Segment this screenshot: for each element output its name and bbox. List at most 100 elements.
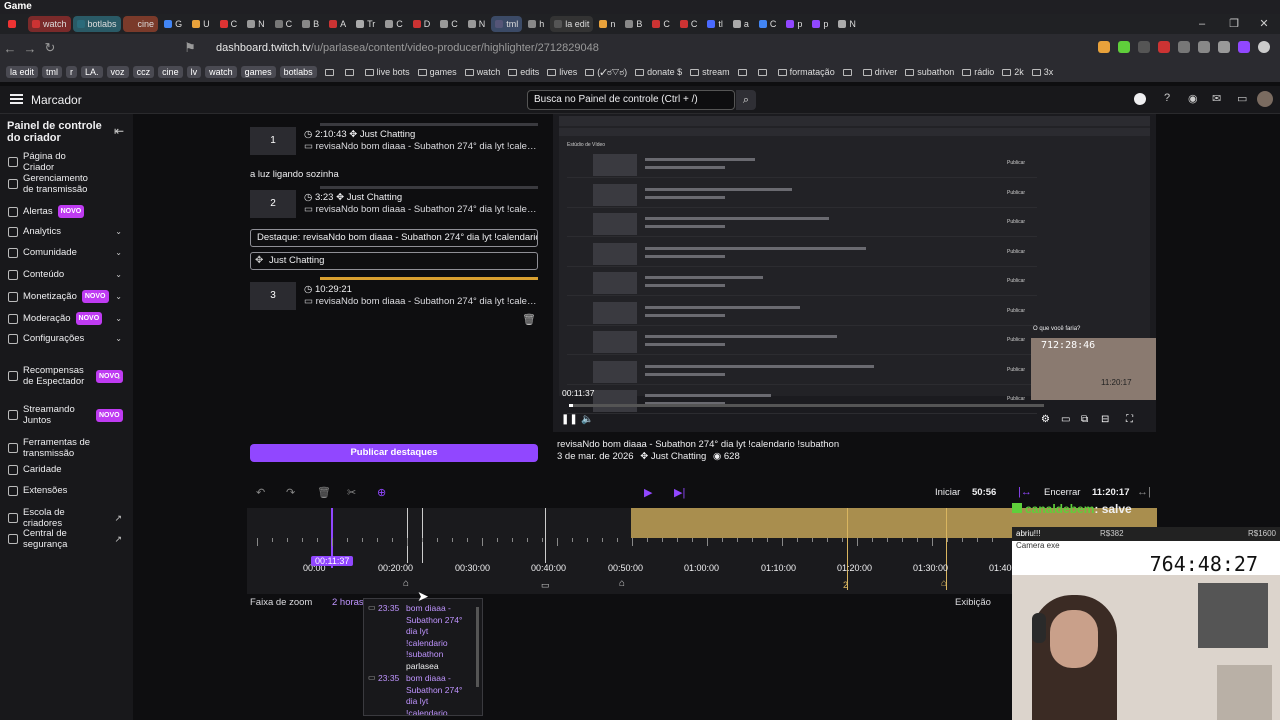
bookmark-pill[interactable]: voz xyxy=(106,66,129,78)
browser-tab[interactable]: C xyxy=(381,16,407,32)
start-time[interactable]: 50:56 xyxy=(972,487,996,498)
redo-icon[interactable]: ↷ xyxy=(286,486,295,499)
bookmark-folder[interactable]: subathon xyxy=(905,67,954,77)
bookmark-folder[interactable] xyxy=(737,68,750,76)
bookmark-icon[interactable]: ▭ xyxy=(1237,92,1247,105)
notifications-icon[interactable] xyxy=(1134,93,1146,105)
sidebar-item[interactable]: Gerenciamento de transmissão xyxy=(8,173,128,195)
trash-icon[interactable]: 🗑 xyxy=(522,313,536,326)
highlight-title-input[interactable]: Destaque: revisaNdo bom diaaa - Subathon… xyxy=(250,229,538,247)
chevron-down-icon[interactable]: ⌄ xyxy=(115,269,122,280)
browser-tab[interactable]: p xyxy=(808,16,832,32)
skip-icon[interactable]: ▶| xyxy=(674,486,685,499)
search-input[interactable]: Busca no Painel de controle (Ctrl + /) xyxy=(527,90,735,110)
fullscreen-icon[interactable]: ⛶ xyxy=(1126,414,1133,425)
bookmark-pill[interactable]: tml xyxy=(42,66,63,78)
sidebar-item[interactable]: Extensões xyxy=(8,485,128,496)
sidebar-item[interactable]: Comunidade ⌄ xyxy=(8,247,128,258)
sidebar-item[interactable]: Configurações ⌄ xyxy=(8,333,128,344)
sidebar-item[interactable]: Página do Criador xyxy=(8,151,128,173)
minimize-icon[interactable]: – xyxy=(1190,14,1214,34)
extension-icon[interactable] xyxy=(1218,41,1230,53)
sidebar-item[interactable]: Monetização NOVO ⌄ xyxy=(8,290,128,303)
bookmark-folder[interactable] xyxy=(344,68,357,76)
browser-tab[interactable]: G xyxy=(160,16,186,32)
bookmark-pill[interactable]: ccz xyxy=(132,66,155,78)
sidebar-item[interactable]: Ferramentas de transmissão xyxy=(8,437,128,459)
back-icon[interactable]: ← xyxy=(0,41,20,56)
bookmark-folder[interactable]: formatação xyxy=(777,67,835,77)
browser-tab[interactable]: N xyxy=(464,16,490,32)
maximize-icon[interactable]: ❐ xyxy=(1222,14,1246,34)
bookmark-pill[interactable]: lv xyxy=(186,66,202,78)
sidebar-item[interactable]: Recompensas de Espectador NOVO ⌄ xyxy=(8,365,128,387)
sidebar-item[interactable]: Caridade xyxy=(8,464,128,475)
zoom-select[interactable]: 2 horas xyxy=(332,597,364,608)
bookmark-folder[interactable]: donate $ xyxy=(635,67,682,77)
bookmark-pill[interactable]: watch xyxy=(205,66,237,78)
menu-icon[interactable] xyxy=(10,94,23,104)
publish-highlights-button[interactable]: Publicar destaques xyxy=(250,444,538,462)
browser-tab[interactable]: C xyxy=(216,16,242,32)
browser-tab[interactable]: C xyxy=(676,16,702,32)
sidebar-item[interactable]: Central de segurança ↗ xyxy=(8,528,128,550)
sidebar-item[interactable]: Escola de criadores ↗ xyxy=(8,507,128,529)
bookmark-folder[interactable]: edits xyxy=(508,67,539,77)
bookmark-pill[interactable]: r xyxy=(66,66,78,78)
clip-icon[interactable]: ⧉ xyxy=(1081,414,1088,425)
search-icon[interactable]: ⌕ xyxy=(736,90,756,110)
browser-tab[interactable]: C xyxy=(648,16,674,32)
reload-icon[interactable]: ↻ xyxy=(40,40,60,56)
extension-icon[interactable] xyxy=(1158,41,1170,53)
dropdown-scrollbar[interactable] xyxy=(476,607,479,687)
play-icon[interactable]: ▶ xyxy=(644,486,652,499)
bookmark-folder[interactable]: rádio xyxy=(962,67,994,77)
bookmark-folder[interactable] xyxy=(324,68,337,76)
sidebar-item[interactable]: Analytics ⌄ xyxy=(8,226,128,237)
settings-icon[interactable]: ⚙ xyxy=(1041,414,1050,425)
video-player[interactable]: Estúdio de Vídeo Publicar Publicar Publica… xyxy=(553,114,1156,432)
pause-icon[interactable]: ❚❚ xyxy=(561,414,578,425)
bookmark-folder[interactable]: 2k xyxy=(1002,67,1024,77)
bookmark-icon[interactable]: ⚑ xyxy=(180,40,200,56)
collapse-icon[interactable]: ⇤ xyxy=(114,124,124,138)
end-time[interactable]: 11:20:17 xyxy=(1092,487,1130,498)
video-progress-bar[interactable] xyxy=(569,404,1044,407)
chevron-down-icon[interactable]: ⌄ xyxy=(115,291,122,302)
browser-tab[interactable]: p xyxy=(782,16,806,32)
browser-tab[interactable]: D xyxy=(409,16,435,32)
browser-tab[interactable] xyxy=(4,16,26,32)
sidebar-item[interactable]: Conteúdo ⌄ xyxy=(8,269,128,280)
extension-icon[interactable] xyxy=(1238,41,1250,53)
extension-icon[interactable] xyxy=(1198,41,1210,53)
extension-icon[interactable] xyxy=(1138,41,1150,53)
browser-tab[interactable]: B xyxy=(298,16,323,32)
bookmark-folder[interactable]: driver xyxy=(862,67,897,77)
browser-tab[interactable]: B xyxy=(621,16,646,32)
bookmark-folder[interactable]: (✓ಠ▽ಠ) xyxy=(585,67,627,78)
bookmark-folder[interactable]: stream xyxy=(690,67,730,77)
undo-icon[interactable]: ↶ xyxy=(256,486,265,499)
chevron-down-icon[interactable]: ⌄ xyxy=(115,313,122,324)
browser-tab[interactable]: n xyxy=(595,16,619,32)
browser-tab[interactable]: cine xyxy=(122,16,159,32)
browser-tab[interactable]: a xyxy=(729,16,753,32)
bookmark-folder[interactable]: live bots xyxy=(364,67,410,77)
avatar[interactable] xyxy=(1257,91,1273,107)
browser-tab[interactable]: C xyxy=(755,16,781,32)
browser-tab[interactable]: N xyxy=(243,16,269,32)
bookmark-folder[interactable]: watch xyxy=(464,67,500,77)
browser-tab[interactable]: botlabs xyxy=(72,16,121,32)
chevron-down-icon[interactable]: ⌄ xyxy=(115,333,122,344)
category-input[interactable]: Just Chatting xyxy=(250,252,538,270)
bookmark-pill[interactable]: botlabs xyxy=(279,66,317,78)
bookmark-folder[interactable] xyxy=(842,68,855,76)
add-icon[interactable]: ⊕ xyxy=(377,486,386,499)
bookmark-pill[interactable]: LA. xyxy=(81,66,103,78)
browser-tab[interactable]: watch xyxy=(28,16,71,32)
bookmark-folder[interactable]: games xyxy=(417,67,457,77)
bookmark-folder[interactable] xyxy=(757,68,770,76)
chevron-down-icon[interactable]: ⌄ xyxy=(115,371,122,382)
browser-tab[interactable]: A xyxy=(325,16,350,32)
browser-tab[interactable]: tl xyxy=(703,16,727,32)
